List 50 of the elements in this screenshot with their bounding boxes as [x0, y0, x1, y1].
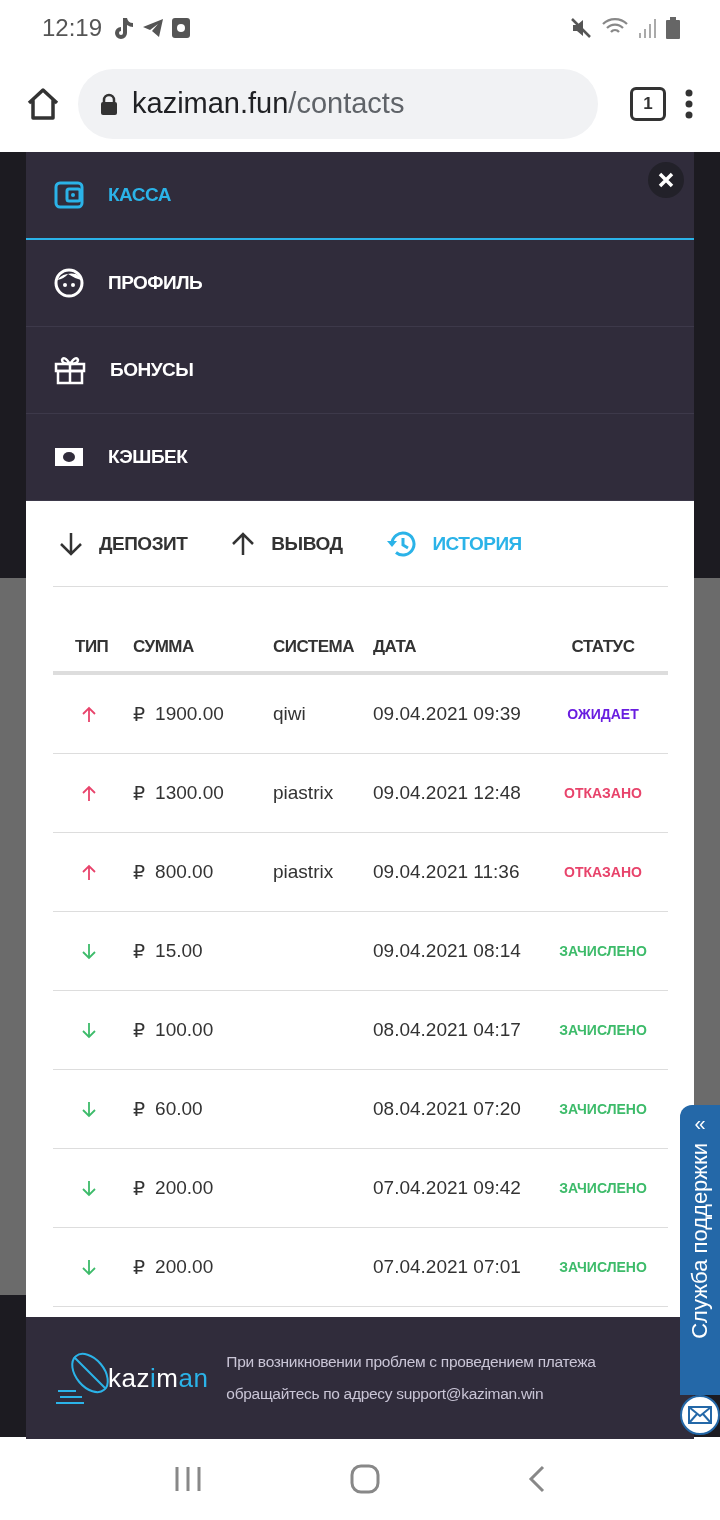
status-label: ОТКАЗАНО	[564, 864, 642, 880]
date-cell-text: 09.04.2021 11:36	[373, 861, 521, 883]
amount: 1300.00	[155, 781, 224, 805]
support-tab[interactable]: « Служба поддержки	[680, 1105, 720, 1395]
currency-sign: ₽	[133, 702, 146, 726]
date-cell-text: 09.04.2021 12:48	[373, 782, 522, 804]
amount: 1900.00	[155, 702, 224, 726]
status-label: ОЖИДАЕТ	[567, 706, 639, 722]
currency-sign: ₽	[133, 939, 146, 963]
column-header: ТИП	[74, 637, 110, 657]
address-bar[interactable]: kaziman.fun/contacts	[78, 68, 598, 139]
amount: 200.00	[155, 1255, 214, 1279]
currency-sign: ₽	[133, 1255, 146, 1279]
currency-sign: ₽	[133, 860, 146, 884]
status-label: ЗАЧИСЛЕНО	[559, 1180, 647, 1196]
date-cell-text: 09.04.2021 09:39	[373, 703, 522, 725]
tab[interactable]: ДЕПОЗИТ	[59, 530, 188, 557]
logo: kaziman	[54, 1349, 209, 1407]
amount: 100.00	[155, 1018, 214, 1042]
status-label: ОТКАЗАНО	[564, 785, 642, 801]
amount: 15.00	[155, 939, 203, 963]
date-cell-text: 07.04.2021 07:01	[373, 1256, 522, 1278]
menu-item[interactable]: ПРОФИЛЬ	[26, 240, 694, 327]
date-cell-text: 08.04.2021 04:17	[373, 1019, 522, 1041]
column-header: СИСТЕМА	[273, 637, 355, 657]
column-header: СУММА	[133, 637, 195, 657]
amount: 200.00	[155, 1176, 214, 1200]
currency-sign: ₽	[133, 1097, 146, 1121]
payment-system: piastrix	[273, 782, 334, 803]
status-label: ЗАЧИСЛЕНО	[559, 943, 647, 959]
date-cell-text: 07.04.2021 09:42	[373, 1177, 522, 1199]
tab-count-button[interactable]: 1	[630, 86, 666, 121]
clock: 12:19	[42, 13, 103, 42]
menu-item[interactable]: БОНУСЫ	[26, 327, 694, 414]
date-cell-text: 09.04.2021 08:14	[373, 940, 522, 962]
tab[interactable]: ВЫВОД	[231, 530, 343, 557]
date-cell-text: 08.04.2021 07:20	[373, 1098, 522, 1120]
status-label: ЗАЧИСЛЕНО	[559, 1022, 647, 1038]
amount: 800.00	[155, 860, 214, 884]
currency-sign: ₽	[133, 1176, 146, 1200]
support-note: При возникновении проблем с проведением платежа обращайтесь по адресу support@kaziman.win	[226, 1352, 597, 1404]
status-label: ЗАЧИСЛЕНО	[559, 1101, 647, 1117]
column-header: ДАТА	[373, 637, 418, 657]
currency-sign: ₽	[133, 1018, 146, 1042]
column-header: СТАТУС	[570, 637, 636, 657]
payment-system: piastrix	[273, 861, 334, 882]
amount: 60.00	[155, 1097, 203, 1121]
status-label: ЗАЧИСЛЕНО	[559, 1259, 647, 1275]
payment-system: qiwi	[273, 703, 306, 724]
currency-sign: ₽	[133, 781, 146, 805]
